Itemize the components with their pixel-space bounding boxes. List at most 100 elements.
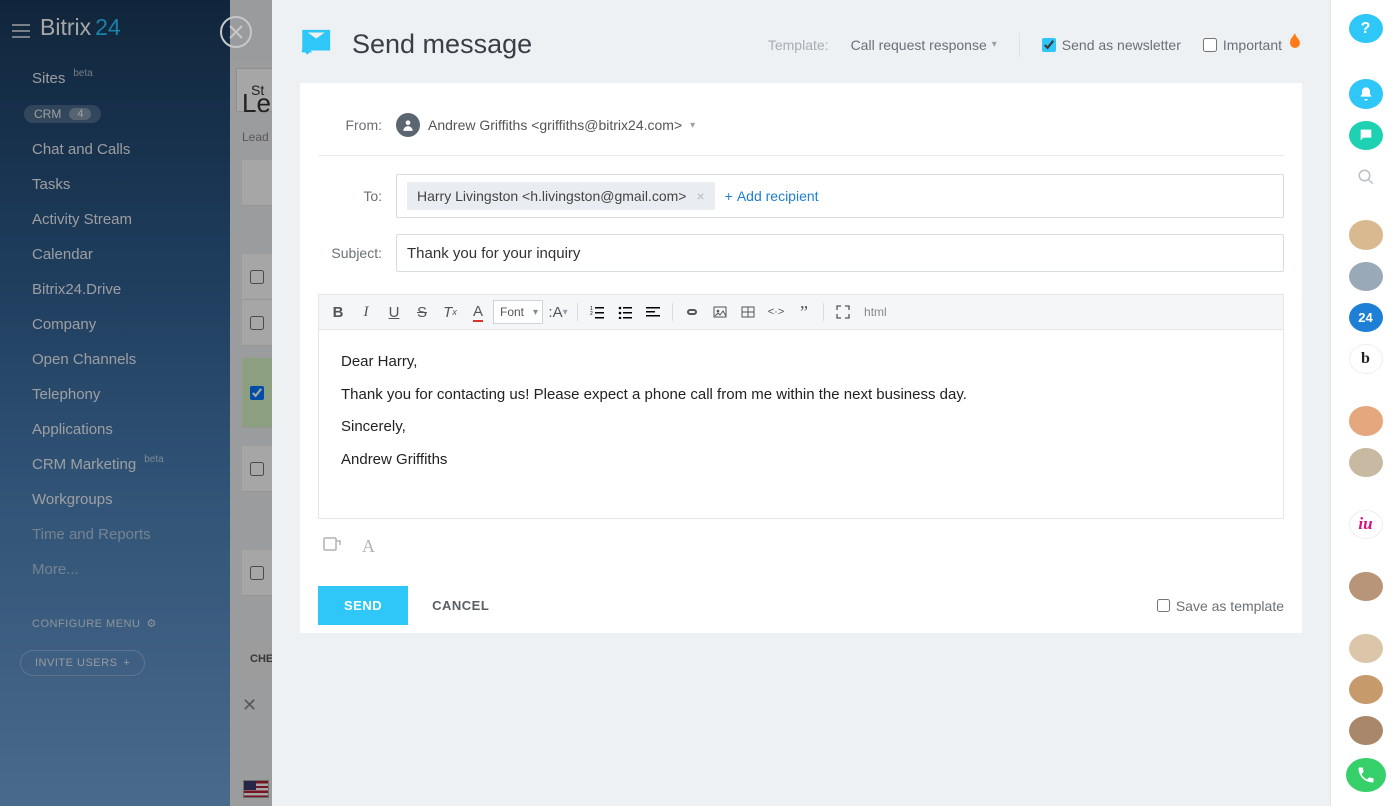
sidebar-item-time[interactable]: Time and Reports — [0, 517, 230, 552]
message-body[interactable]: Dear Harry, Thank you for contacting us!… — [319, 330, 1283, 518]
row-checkbox[interactable] — [250, 270, 264, 284]
sidebar-label: Open Channels — [32, 351, 136, 368]
help-icon[interactable]: ? — [1349, 14, 1383, 43]
row-checkbox[interactable] — [250, 462, 264, 476]
contact-avatar[interactable] — [1349, 406, 1383, 435]
important-input[interactable] — [1203, 38, 1217, 52]
important-checkbox[interactable]: Important — [1203, 33, 1302, 56]
page-subtitle: Lead — [242, 130, 269, 144]
sidebar-item-applications[interactable]: Applications — [0, 412, 230, 447]
bold-icon[interactable]: B — [325, 299, 351, 325]
app-b-icon[interactable]: b — [1349, 344, 1383, 374]
invite-users-button[interactable]: INVITE USERS + — [20, 650, 145, 676]
underline-icon[interactable]: U — [381, 299, 407, 325]
row-checkbox[interactable] — [250, 566, 264, 580]
contact-avatar[interactable] — [1349, 716, 1383, 745]
to-input[interactable]: Harry Livingston <h.livingston@gmail.com… — [396, 174, 1284, 218]
call-button[interactable] — [1346, 758, 1386, 792]
bitrix24-badge-icon[interactable]: 24 — [1349, 303, 1383, 332]
sidebar-item-activity[interactable]: Activity Stream — [0, 202, 230, 237]
row-checkbox[interactable] — [250, 386, 264, 400]
sidebar-item-sites[interactable]: Sites beta — [0, 61, 230, 96]
newsletter-checkbox[interactable]: Send as newsletter — [1042, 37, 1181, 53]
body-line: Sincerely, — [341, 413, 1261, 442]
chevron-down-icon: ▾ — [992, 39, 997, 50]
image-icon[interactable] — [707, 299, 733, 325]
sidebar-item-telephony[interactable]: Telephony — [0, 377, 230, 412]
font-label: Font — [500, 305, 524, 319]
sidebar-item-tasks[interactable]: Tasks — [0, 167, 230, 202]
recipient-chip[interactable]: Harry Livingston <h.livingston@gmail.com… — [407, 182, 715, 210]
sidebar-item-openchannels[interactable]: Open Channels — [0, 342, 230, 377]
contact-avatar[interactable] — [1349, 220, 1383, 249]
remove-recipient-icon[interactable]: × — [696, 188, 704, 204]
recipient-name: Harry Livingston <h.livingston@gmail.com… — [417, 188, 686, 204]
beta-badge: beta — [144, 454, 163, 465]
save-template-checkbox[interactable]: Save as template — [1157, 598, 1284, 614]
sidebar-item-company[interactable]: Company — [0, 307, 230, 342]
sidebar-label: Calendar — [32, 246, 93, 263]
save-template-input[interactable] — [1157, 599, 1170, 612]
sidebar-label: Bitrix24.Drive — [32, 281, 121, 298]
sidebar-item-chat[interactable]: Chat and Calls — [0, 132, 230, 167]
sidebar-label: More... — [32, 561, 79, 578]
clear-format-icon[interactable]: Tx — [437, 299, 463, 325]
subject-row: Subject: — [300, 226, 1302, 280]
strike-icon[interactable]: S — [409, 299, 435, 325]
sidebar-item-drive[interactable]: Bitrix24.Drive — [0, 272, 230, 307]
close-modal-button[interactable] — [220, 16, 252, 48]
text-style-icon[interactable]: A — [362, 536, 375, 557]
font-size-icon[interactable]: :A▾ — [545, 299, 571, 325]
bell-icon[interactable] — [1349, 79, 1383, 108]
subject-input[interactable] — [407, 245, 1273, 262]
from-row: From: Andrew Griffiths <griffiths@bitrix… — [300, 105, 1302, 145]
ordered-list-icon[interactable]: 12 — [584, 299, 610, 325]
contact-avatar[interactable] — [1349, 262, 1383, 291]
sidebar-label: Activity Stream — [32, 211, 132, 228]
app-logo[interactable]: Bitrix24 — [0, 14, 230, 61]
contact-avatar[interactable] — [1349, 448, 1383, 477]
row-checkbox[interactable] — [250, 316, 264, 330]
sidebar-item-calendar[interactable]: Calendar — [0, 237, 230, 272]
language-flag-icon[interactable] — [243, 780, 269, 798]
send-button[interactable]: SEND — [318, 586, 408, 625]
table-icon[interactable] — [735, 299, 761, 325]
dismiss-icon[interactable]: ✕ — [242, 695, 257, 716]
template-selector[interactable]: Call request response ▾ — [851, 37, 997, 53]
sidebar-label: Workgroups — [32, 491, 113, 508]
search-icon[interactable] — [1349, 162, 1383, 191]
contact-avatar[interactable] — [1349, 572, 1383, 601]
from-value: Andrew Griffiths <griffiths@bitrix24.com… — [428, 117, 682, 133]
text-color-icon[interactable]: A — [465, 299, 491, 325]
from-selector[interactable]: Andrew Griffiths <griffiths@bitrix24.com… — [396, 113, 695, 137]
sidebar-item-more[interactable]: More... — [0, 552, 230, 587]
contact-avatar[interactable] — [1349, 634, 1383, 663]
add-recipient-button[interactable]: + Add recipient — [725, 188, 819, 204]
menu-icon[interactable] — [12, 24, 30, 38]
align-icon[interactable] — [640, 299, 666, 325]
app-iu-icon[interactable]: iu — [1349, 510, 1383, 540]
font-selector[interactable]: Font — [493, 300, 543, 324]
fullscreen-icon[interactable] — [830, 299, 856, 325]
italic-icon[interactable]: I — [353, 299, 379, 325]
attachment-icon[interactable] — [322, 535, 342, 558]
newsletter-input[interactable] — [1042, 38, 1056, 52]
sidebar-item-crm[interactable]: CRM 4 — [0, 96, 230, 132]
sidebar-item-crmmarketing[interactable]: CRM Marketing beta — [0, 447, 230, 482]
add-recipient-label: Add recipient — [737, 188, 819, 204]
link-icon[interactable] — [679, 299, 705, 325]
unordered-list-icon[interactable] — [612, 299, 638, 325]
editor-footer: A — [300, 519, 1302, 564]
code-icon[interactable]: <·> — [763, 299, 789, 325]
editor-toolbar: B I U S Tx A Font :A▾ 12 <·> — [319, 295, 1283, 330]
save-template-label: Save as template — [1176, 598, 1284, 614]
sidebar-item-workgroups[interactable]: Workgroups — [0, 482, 230, 517]
quote-icon[interactable]: ” — [791, 299, 817, 325]
right-rail: ? 24 b iu — [1330, 0, 1400, 806]
chat-icon[interactable] — [1349, 121, 1383, 150]
cancel-button[interactable]: CANCEL — [432, 598, 489, 613]
html-toggle[interactable]: html — [858, 305, 893, 319]
configure-menu-button[interactable]: CONFIGURE MENU ⚙ — [0, 605, 230, 642]
gear-icon: ⚙ — [146, 617, 156, 630]
contact-avatar[interactable] — [1349, 675, 1383, 704]
